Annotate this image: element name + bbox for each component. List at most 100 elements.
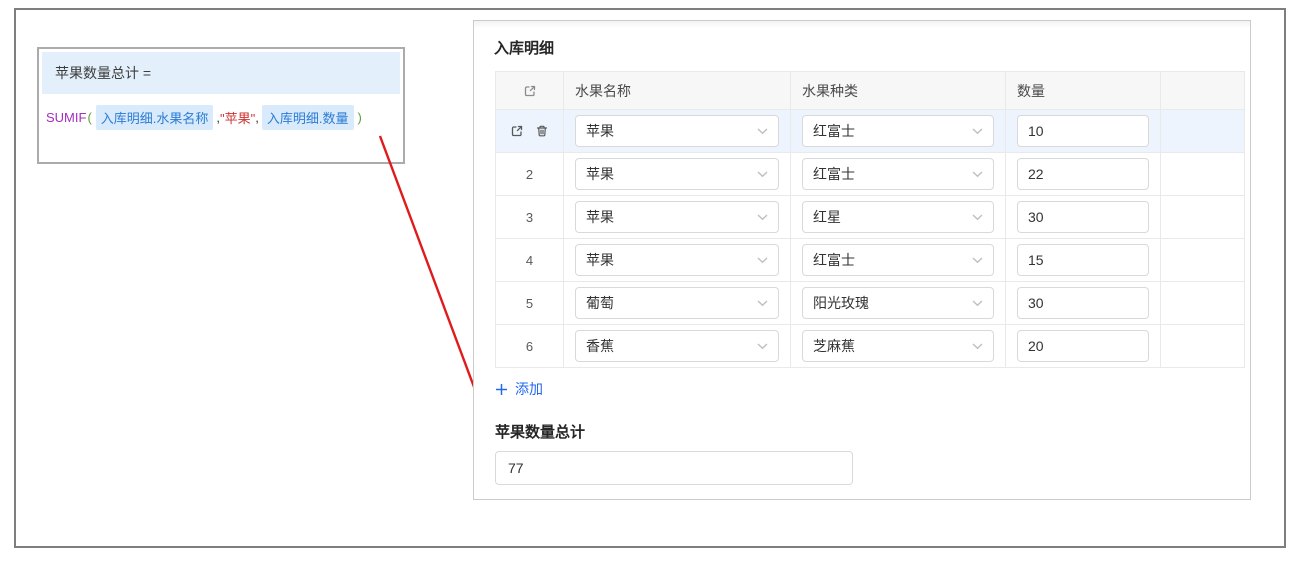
add-row-label: 添加 <box>515 379 543 399</box>
formula-comma: , <box>255 110 259 125</box>
formula-close-paren: ) <box>358 110 362 125</box>
delete-row-icon[interactable] <box>535 124 549 138</box>
header-quantity: 数量 <box>1006 72 1161 110</box>
fruit-name-select[interactable]: 香蕉 <box>575 330 779 362</box>
fruit-type-cell: 红富士 <box>791 110 1006 153</box>
row-index: 5 <box>526 296 533 311</box>
chevron-down-icon <box>972 171 983 178</box>
total-field-input[interactable]: 77 <box>495 451 853 485</box>
row-empty-cell <box>1161 110 1245 153</box>
fruit-type-select[interactable]: 红星 <box>802 201 994 233</box>
quantity-value: 20 <box>1028 338 1044 354</box>
subform-row: 6 <box>496 325 1245 368</box>
fruit-name-select[interactable]: 葡萄 <box>575 287 779 319</box>
row-index-cell: 2 <box>496 153 564 196</box>
fruit-type-cell: 红星 <box>791 196 1006 239</box>
subform-row: 3 <box>496 196 1245 239</box>
formula-function-name: SUMIF <box>46 110 86 125</box>
fruit-name-cell: 苹果 <box>564 153 791 196</box>
fruit-name-value: 葡萄 <box>586 293 614 313</box>
fruit-type-value: 红富士 <box>813 164 855 184</box>
form-panel: 入库明细 水果名称 水果种类 数量 <box>473 20 1251 500</box>
header-expand-cell <box>496 72 564 110</box>
chevron-down-icon <box>972 257 983 264</box>
quantity-input[interactable]: 22 <box>1017 158 1149 190</box>
header-empty-cell <box>1161 72 1245 110</box>
total-field-label: 苹果数量总计 <box>495 421 585 442</box>
quantity-input[interactable]: 20 <box>1017 330 1149 362</box>
chevron-down-icon <box>972 214 983 221</box>
subform-row: 4 <box>496 239 1245 282</box>
chevron-down-icon <box>757 171 768 178</box>
quantity-input[interactable]: 10 <box>1017 115 1149 147</box>
fruit-type-value: 红富士 <box>813 121 855 141</box>
row-index-cell: 4 <box>496 239 564 282</box>
total-field-value: 77 <box>508 460 524 476</box>
row-index-cell: 5 <box>496 282 564 325</box>
chevron-down-icon <box>972 300 983 307</box>
chevron-down-icon <box>757 257 768 264</box>
fruit-type-cell: 阳光玫瑰 <box>791 282 1006 325</box>
fruit-type-value: 阳光玫瑰 <box>813 293 869 313</box>
add-row-button[interactable]: 添加 <box>495 379 543 399</box>
formula-string-argument: "苹果" <box>220 108 255 127</box>
fruit-name-select[interactable]: 苹果 <box>575 115 779 147</box>
quantity-value: 30 <box>1028 295 1044 311</box>
screenshot-stage: 苹果数量总计 = SUMIF( 入库明细.水果名称,"苹果", 入库明细.数量 … <box>0 0 1306 566</box>
fruit-name-cell: 香蕉 <box>564 325 791 368</box>
subform-header-row: 水果名称 水果种类 数量 <box>496 72 1245 110</box>
row-empty-cell <box>1161 153 1245 196</box>
quantity-cell: 10 <box>1006 110 1161 153</box>
quantity-value: 10 <box>1028 123 1044 139</box>
formula-open-paren: ( <box>87 110 91 125</box>
quantity-cell: 30 <box>1006 196 1161 239</box>
fruit-type-select[interactable]: 阳光玫瑰 <box>802 287 994 319</box>
row-empty-cell <box>1161 239 1245 282</box>
quantity-cell: 15 <box>1006 239 1161 282</box>
quantity-input[interactable]: 15 <box>1017 244 1149 276</box>
quantity-value: 30 <box>1028 209 1044 225</box>
fruit-type-select[interactable]: 芝麻蕉 <box>802 330 994 362</box>
fruit-type-value: 芝麻蕉 <box>813 336 855 356</box>
chevron-down-icon <box>757 128 768 135</box>
row-empty-cell <box>1161 325 1245 368</box>
fruit-name-value: 苹果 <box>586 164 614 184</box>
row-index-cell: 3 <box>496 196 564 239</box>
formula-field-chip-fruit-name[interactable]: 入库明细.水果名称 <box>96 105 214 130</box>
row-index: 4 <box>526 253 533 268</box>
expand-row-icon[interactable] <box>510 124 524 138</box>
row-empty-cell <box>1161 196 1245 239</box>
quantity-cell: 22 <box>1006 153 1161 196</box>
formula-field-chip-quantity[interactable]: 入库明细.数量 <box>262 105 354 130</box>
fruit-name-value: 苹果 <box>586 121 614 141</box>
expand-icon[interactable] <box>523 84 537 98</box>
quantity-input[interactable]: 30 <box>1017 201 1149 233</box>
fruit-name-select[interactable]: 苹果 <box>575 158 779 190</box>
fruit-name-value: 香蕉 <box>586 336 614 356</box>
quantity-cell: 30 <box>1006 282 1161 325</box>
quantity-value: 15 <box>1028 252 1044 268</box>
row-index-cell: 6 <box>496 325 564 368</box>
formula-target-header: 苹果数量总计 = <box>42 52 400 94</box>
chevron-down-icon <box>972 343 983 350</box>
header-fruit-name: 水果名称 <box>564 72 791 110</box>
quantity-cell: 20 <box>1006 325 1161 368</box>
row-index: 6 <box>526 339 533 354</box>
fruit-name-cell: 苹果 <box>564 110 791 153</box>
chevron-down-icon <box>757 214 768 221</box>
formula-expression[interactable]: SUMIF( 入库明细.水果名称,"苹果", 入库明细.数量 ) <box>39 94 403 141</box>
chevron-down-icon <box>757 300 768 307</box>
subform-body: 1 <box>496 110 1245 368</box>
subform-row: 5 <box>496 282 1245 325</box>
quantity-value: 22 <box>1028 166 1044 182</box>
subform-row: 2 <box>496 153 1245 196</box>
row-index-cell: 1 <box>496 110 564 153</box>
fruit-type-select[interactable]: 红富士 <box>802 115 994 147</box>
fruit-type-select[interactable]: 红富士 <box>802 158 994 190</box>
fruit-name-select[interactable]: 苹果 <box>575 201 779 233</box>
header-fruit-type: 水果种类 <box>791 72 1006 110</box>
chevron-down-icon <box>757 343 768 350</box>
quantity-input[interactable]: 30 <box>1017 287 1149 319</box>
fruit-type-select[interactable]: 红富士 <box>802 244 994 276</box>
fruit-name-select[interactable]: 苹果 <box>575 244 779 276</box>
